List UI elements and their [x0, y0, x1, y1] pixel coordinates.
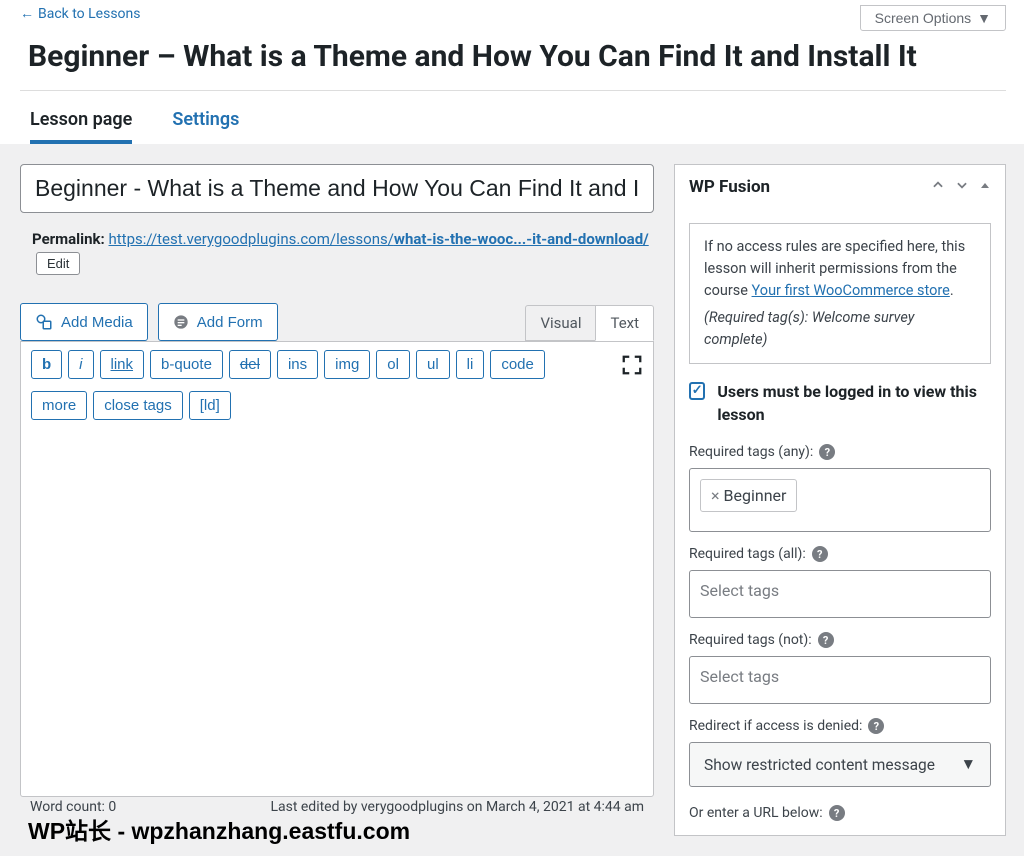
help-icon[interactable]: ?: [819, 444, 835, 460]
qt-ul[interactable]: ul: [416, 350, 450, 379]
permalink-row: Permalink: https://test.verygoodplugins.…: [32, 227, 652, 275]
qt-code[interactable]: code: [490, 350, 545, 379]
qt-link[interactable]: link: [100, 350, 145, 379]
watermark: WP站长 - wpzhanzhang.eastfu.com: [28, 812, 410, 846]
required-tags-not-input[interactable]: Select tags: [689, 656, 991, 704]
add-form-button[interactable]: Add Form: [158, 303, 278, 341]
logged-in-checkbox[interactable]: ✓: [689, 382, 705, 400]
wp-fusion-metabox: WP Fusion If no access rules are specifi…: [674, 164, 1006, 836]
required-tags-all-input[interactable]: Select tags: [689, 570, 991, 618]
chevron-down-icon: ▼: [977, 10, 991, 26]
redirect-label: Redirect if access is denied: ?: [689, 718, 991, 734]
qt-close-tags[interactable]: close tags: [93, 391, 183, 420]
course-link[interactable]: Your first WooCommerce store: [752, 282, 950, 299]
required-tags-note: (Required tag(s): Welcome survey complet…: [704, 307, 976, 351]
tab-lesson-page[interactable]: Lesson page: [30, 109, 132, 144]
form-icon: [173, 314, 189, 330]
qt-ins[interactable]: ins: [277, 350, 318, 379]
add-media-button[interactable]: Add Media: [20, 303, 148, 341]
editor-mode-visual[interactable]: Visual: [525, 305, 596, 341]
permalink-label: Permalink:: [32, 230, 105, 248]
screen-options-button[interactable]: Screen Options ▼: [860, 5, 1006, 31]
arrow-left-icon: ←: [20, 5, 34, 22]
qt-bold[interactable]: b: [31, 350, 62, 379]
tab-settings[interactable]: Settings: [172, 109, 239, 144]
collapse-icon[interactable]: [979, 177, 991, 197]
logged-in-label: Users must be logged in to view this les…: [717, 380, 991, 426]
help-icon[interactable]: ?: [812, 546, 828, 562]
qt-ld[interactable]: [ld]: [189, 391, 231, 420]
inherit-notice: If no access rules are specified here, t…: [689, 223, 991, 364]
metabox-title: WP Fusion: [689, 177, 770, 197]
quicktags-toolbar: b i link b-quote del ins img ol ul li co…: [21, 342, 653, 428]
required-tags-any-input[interactable]: × Beginner: [689, 468, 991, 532]
reorder-down-icon[interactable]: [955, 177, 969, 197]
qt-li[interactable]: li: [456, 350, 485, 379]
help-icon[interactable]: ?: [818, 632, 834, 648]
fullscreen-icon[interactable]: [621, 354, 643, 376]
qt-img[interactable]: img: [324, 350, 370, 379]
edit-permalink-button[interactable]: Edit: [36, 252, 80, 275]
qt-italic[interactable]: i: [68, 350, 93, 379]
lesson-title-input[interactable]: [20, 164, 654, 213]
redirect-select[interactable]: Show restricted content message ▼: [689, 742, 991, 787]
qt-ol[interactable]: ol: [376, 350, 410, 379]
editor-mode-text[interactable]: Text: [595, 305, 654, 341]
media-icon: [35, 313, 53, 331]
required-tags-not-label: Required tags (not): ?: [689, 632, 991, 648]
reorder-up-icon[interactable]: [931, 177, 945, 197]
help-icon[interactable]: ?: [829, 805, 845, 821]
content-editor-textarea[interactable]: [21, 428, 653, 796]
required-tags-all-label: Required tags (all): ?: [689, 546, 991, 562]
back-to-lessons-link[interactable]: ← Back to Lessons: [20, 5, 141, 22]
tab-bar: Lesson page Settings: [0, 91, 1024, 144]
qt-blockquote[interactable]: b-quote: [150, 350, 223, 379]
qt-more[interactable]: more: [31, 391, 87, 420]
qt-del[interactable]: del: [229, 350, 271, 379]
chevron-down-icon: ▼: [961, 755, 976, 774]
url-label: Or enter a URL below: ?: [689, 805, 991, 821]
required-tags-any-label: Required tags (any): ?: [689, 444, 991, 460]
permalink-link[interactable]: https://test.verygoodplugins.com/lessons…: [109, 230, 649, 248]
help-icon[interactable]: ?: [868, 718, 884, 734]
tag-chip-beginner: × Beginner: [700, 479, 797, 512]
remove-tag-icon[interactable]: ×: [711, 486, 720, 505]
page-title: Beginner – What is a Theme and How You C…: [0, 31, 1024, 90]
